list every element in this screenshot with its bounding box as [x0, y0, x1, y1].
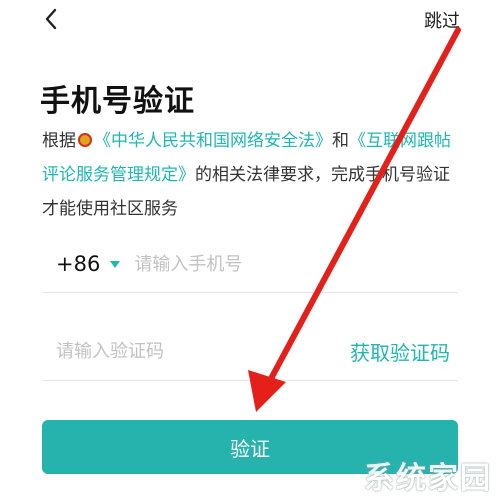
- code-row: 获取验证码: [42, 322, 458, 381]
- chevron-left-icon: [45, 8, 57, 30]
- national-emblem-icon: [78, 133, 92, 147]
- cybersecurity-law-link[interactable]: 《中华人民共和国网络安全法》: [94, 131, 332, 151]
- page-title: 手机号验证: [40, 84, 195, 119]
- phone-input[interactable]: [132, 252, 397, 276]
- caret-down-icon[interactable]: [110, 260, 121, 268]
- desc-conjunction: 和: [332, 131, 349, 151]
- skip-button[interactable]: 跳过: [424, 7, 460, 33]
- phone-row: +86: [42, 236, 458, 293]
- country-code-selector[interactable]: +86: [56, 252, 100, 276]
- legal-description: 根据 《中华人民共和国网络安全法》和《互联网跟帖评论服务管理规定》的相关法律要求，…: [42, 124, 462, 226]
- desc-prefix: 根据: [42, 131, 76, 151]
- get-code-button[interactable]: 获取验证码: [350, 337, 450, 366]
- back-button[interactable]: [36, 4, 66, 34]
- watermark: 系统家园: [364, 461, 492, 496]
- verification-code-input[interactable]: [54, 339, 278, 363]
